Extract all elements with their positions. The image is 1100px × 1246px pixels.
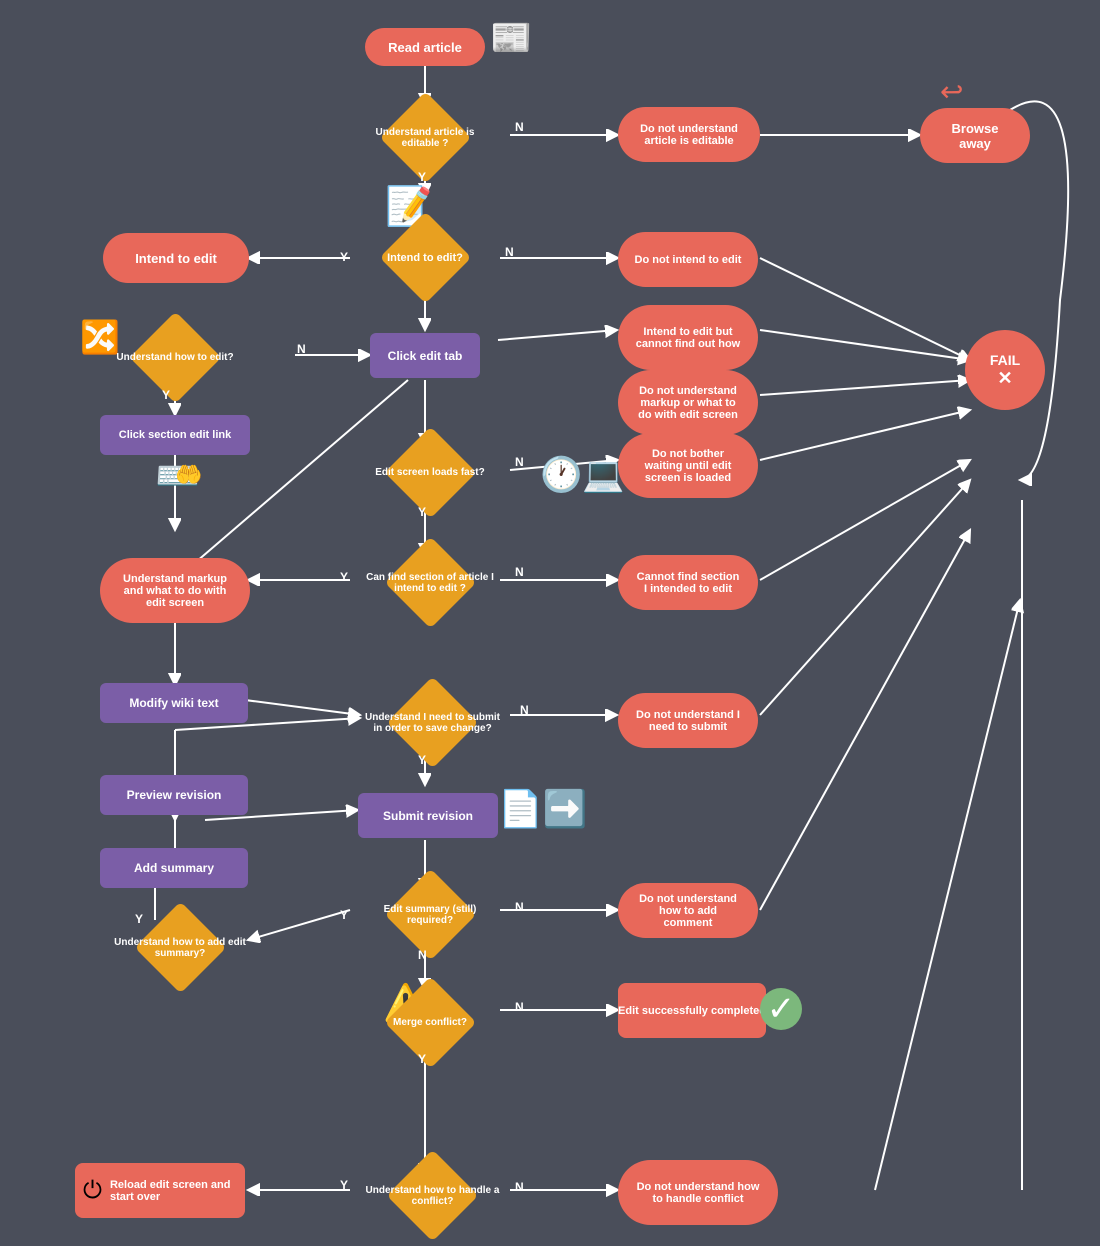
understand-how-edit-diamond: Understand how to edit? [100, 325, 250, 390]
can-find-section-diamond: Can find section of article I intend to … [350, 550, 510, 615]
dont-understand-submit-node: Do not understand I need to submit [618, 693, 758, 748]
understand-markup-node: Understand markup and what to do with ed… [100, 558, 250, 623]
label-y-intend: Y [340, 250, 348, 264]
label-n-merge: N [515, 1000, 524, 1014]
check-icon: ✓ [760, 988, 802, 1030]
submit-revision-node: Submit revision [358, 793, 498, 838]
label-n-editable: N [515, 120, 524, 134]
flowchart: Read article 📰 Understand article is edi… [0, 0, 1100, 1246]
modify-wiki-node: Modify wiki text [100, 683, 248, 723]
browse-away-node: Browse away [920, 108, 1030, 163]
label-n-conflict: N [515, 1180, 524, 1194]
cannot-find-section-node: Cannot find section I intended to edit [618, 555, 758, 610]
read-article-node: Read article [365, 28, 485, 66]
intend-cannot-node: Intend to edit but cannot find out how [618, 305, 758, 370]
dont-understand-conflict-node: Do not understand how to handle conflict [618, 1160, 778, 1225]
label-y-edit-summary: N [418, 948, 427, 962]
merge-conflict-diamond: Merge conflict? [350, 990, 510, 1055]
label-n-how-edit: N [297, 342, 306, 356]
arrow-browse-icon: ↩ [940, 75, 963, 108]
intend-edit-node: Intend to edit [103, 233, 249, 283]
label-n-screen-loads: N [515, 455, 524, 469]
label-y-editable: Y [418, 170, 426, 184]
arrows-layer [0, 0, 1100, 1246]
label-y-conflict: Y [340, 1178, 348, 1192]
label-y-find-section: Y [340, 570, 348, 584]
dont-bother-node: Do not bother waiting until edit screen … [618, 433, 758, 498]
label-y-submit: Y [418, 753, 426, 767]
label-n-find-section: N [515, 565, 524, 579]
hands-icon: 🤲 [175, 462, 202, 488]
fail-node: FAIL ✕ [965, 330, 1045, 410]
arrows-icon: 🔀 [80, 318, 120, 356]
understand-conflict-diamond: Understand how to handle a conflict? [350, 1163, 515, 1228]
understand-submit-diamond: Understand I need to submit in order to … [350, 690, 515, 755]
submit-icon: 📄➡️ [498, 788, 588, 830]
label-y-how-edit: Y [162, 388, 170, 402]
understand-editable-diamond: Understand article is editable ? [350, 105, 500, 170]
dont-intend-node: Do not intend to edit [618, 232, 758, 287]
clock-icon: 🕐💻 [540, 455, 625, 495]
label-n-intend: N [505, 245, 514, 259]
dont-understand-comment-node: Do not understand how to add comment [618, 883, 758, 938]
label-y-merge: Y [418, 1052, 426, 1066]
click-edit-tab-node: Click edit tab [370, 333, 480, 378]
label-y-screen-loads: Y [418, 505, 426, 519]
edit-summary-req-diamond: Edit summary (still) required? [350, 882, 510, 947]
understand-add-summary-diamond: Understand how to add edit summary? [100, 915, 260, 980]
label-n-submit: N [520, 703, 529, 717]
label-n-edit-summary: Y [340, 908, 348, 922]
edit-screen-loads-diamond: Edit screen loads fast? [350, 440, 510, 505]
reload-edit-node: ⏻ Reload edit screen and start over [75, 1163, 245, 1218]
intend-edit-diamond: Intend to edit? [350, 225, 500, 290]
dont-understand-editable-node: Do not understand article is editable [618, 107, 760, 162]
edit-success-node: Edit successfully completed [618, 983, 766, 1038]
newspaper-icon: 📰 [490, 18, 532, 58]
click-section-edit-node: Click section edit link [100, 415, 250, 455]
add-summary-node: Add summary [100, 848, 248, 888]
preview-revision-node: Preview revision [100, 775, 248, 815]
label-n-edit-summary-r: N [515, 900, 524, 914]
dont-understand-markup-node: Do not understand markup or what to do w… [618, 370, 758, 435]
label-y-add-summary: Y [135, 912, 143, 926]
